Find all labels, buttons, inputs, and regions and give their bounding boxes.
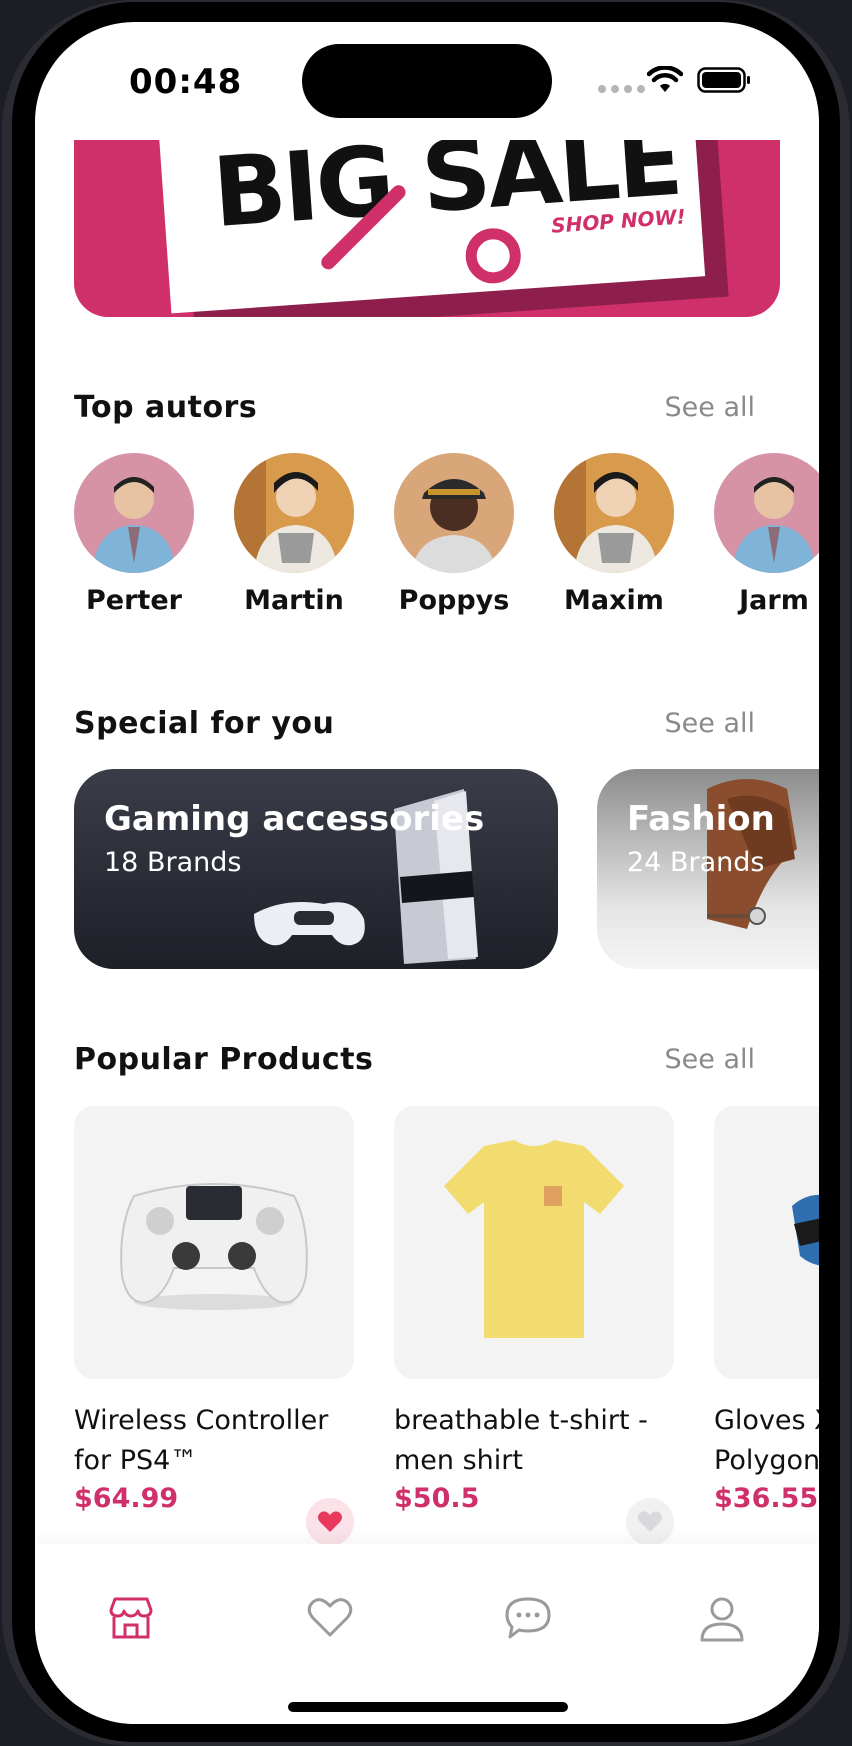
author-item[interactable]: Perter: [74, 453, 194, 616]
special-card-count: 18 Brands: [104, 847, 242, 878]
author-name: Perter: [86, 585, 182, 616]
product-name-line2: Polygon: [714, 1445, 819, 1476]
special-see-all[interactable]: See all: [665, 708, 756, 739]
wifi-icon: [647, 66, 683, 92]
special-card-title: Fashion: [627, 799, 775, 839]
chat-icon: [505, 1597, 551, 1639]
nav-shop[interactable]: [108, 1596, 154, 1644]
product-image: [394, 1106, 674, 1379]
author-item[interactable]: Martin: [234, 453, 354, 616]
top-authors-title: Top autors: [74, 390, 258, 425]
avatar: [554, 453, 674, 573]
squiggle-decoration-icon: [578, 235, 642, 252]
author-item[interactable]: Maxim: [554, 453, 674, 616]
nav-favorites[interactable]: [307, 1596, 353, 1642]
top-authors-see-all[interactable]: See all: [665, 392, 756, 423]
gloves-image: [792, 1195, 819, 1266]
author-name: Poppys: [398, 585, 510, 616]
nav-chat[interactable]: [504, 1596, 552, 1644]
favorite-button[interactable]: [306, 1498, 354, 1546]
nav-profile[interactable]: [699, 1596, 745, 1646]
special-title: Special for you: [74, 706, 335, 741]
author-name: Martin: [244, 585, 344, 616]
bottom-nav: [35, 1544, 819, 1724]
product-name-line2: for PS4™: [74, 1445, 198, 1476]
avatar: [714, 453, 819, 573]
person-icon: [554, 453, 658, 573]
favorite-button[interactable]: [626, 1498, 674, 1546]
product-name-line1: Gloves X: [714, 1405, 819, 1436]
avatar: [234, 453, 354, 573]
special-card-gaming[interactable]: Gaming accessories 18 Brands: [74, 769, 558, 969]
ring-decoration-icon: [465, 228, 521, 284]
author-name: Jarm: [739, 585, 809, 616]
controller-image: [120, 1183, 308, 1310]
product-card[interactable]: Gloves X Polygon $36.55: [714, 1106, 819, 1514]
authors-row: Perter Martin Poppys Maxim Jarm: [74, 453, 819, 616]
popular-see-all[interactable]: See all: [665, 1044, 756, 1075]
heart-filled-icon: [638, 1511, 662, 1532]
person-icon: [92, 477, 176, 573]
slash-decoration-icon: [321, 185, 406, 270]
special-card-count: 24 Brands: [627, 847, 765, 878]
product-image: [74, 1106, 354, 1379]
sale-card: BIG SALE SHOP NOW!: [157, 140, 706, 314]
signal-icon: [598, 85, 645, 93]
author-name: Maxim: [564, 585, 664, 616]
avatar: [74, 453, 194, 573]
sale-banner[interactable]: BIG SALE SHOP NOW!: [74, 140, 780, 317]
product-image: [714, 1106, 819, 1379]
person-icon: [732, 477, 816, 573]
product-card[interactable]: breathable t-shirt - men shirt $50.5: [394, 1106, 674, 1546]
app-screen: 00:48 BIG SALE SHOP NOW! Top autors See …: [35, 22, 819, 1724]
product-price: $36.55: [714, 1483, 819, 1514]
author-item[interactable]: Jarm: [714, 453, 819, 616]
status-time: 00:48: [129, 62, 243, 102]
special-card-title: Gaming accessories: [104, 799, 485, 839]
avatar: [394, 453, 514, 573]
product-name-line2: men shirt: [394, 1445, 523, 1476]
product-card[interactable]: Wireless Controller for PS4™ $64.99: [74, 1106, 354, 1546]
product-name-line1: Wireless Controller: [74, 1405, 329, 1436]
product-name-line1: breathable t-shirt -: [394, 1405, 648, 1436]
dynamic-island: [302, 44, 552, 118]
heart-filled-icon: [318, 1511, 342, 1532]
shop-icon: [109, 1597, 153, 1639]
author-item[interactable]: Poppys: [394, 453, 514, 616]
special-card-fashion[interactable]: Fashion 24 Brands: [597, 769, 819, 969]
home-indicator[interactable]: [288, 1702, 568, 1712]
person-icon: [234, 453, 338, 573]
popular-title: Popular Products: [74, 1042, 374, 1077]
battery-icon: [697, 67, 750, 93]
person-icon: [412, 479, 496, 573]
tshirt-image: [444, 1140, 624, 1338]
heart-icon: [307, 1598, 353, 1637]
user-icon: [700, 1597, 744, 1642]
